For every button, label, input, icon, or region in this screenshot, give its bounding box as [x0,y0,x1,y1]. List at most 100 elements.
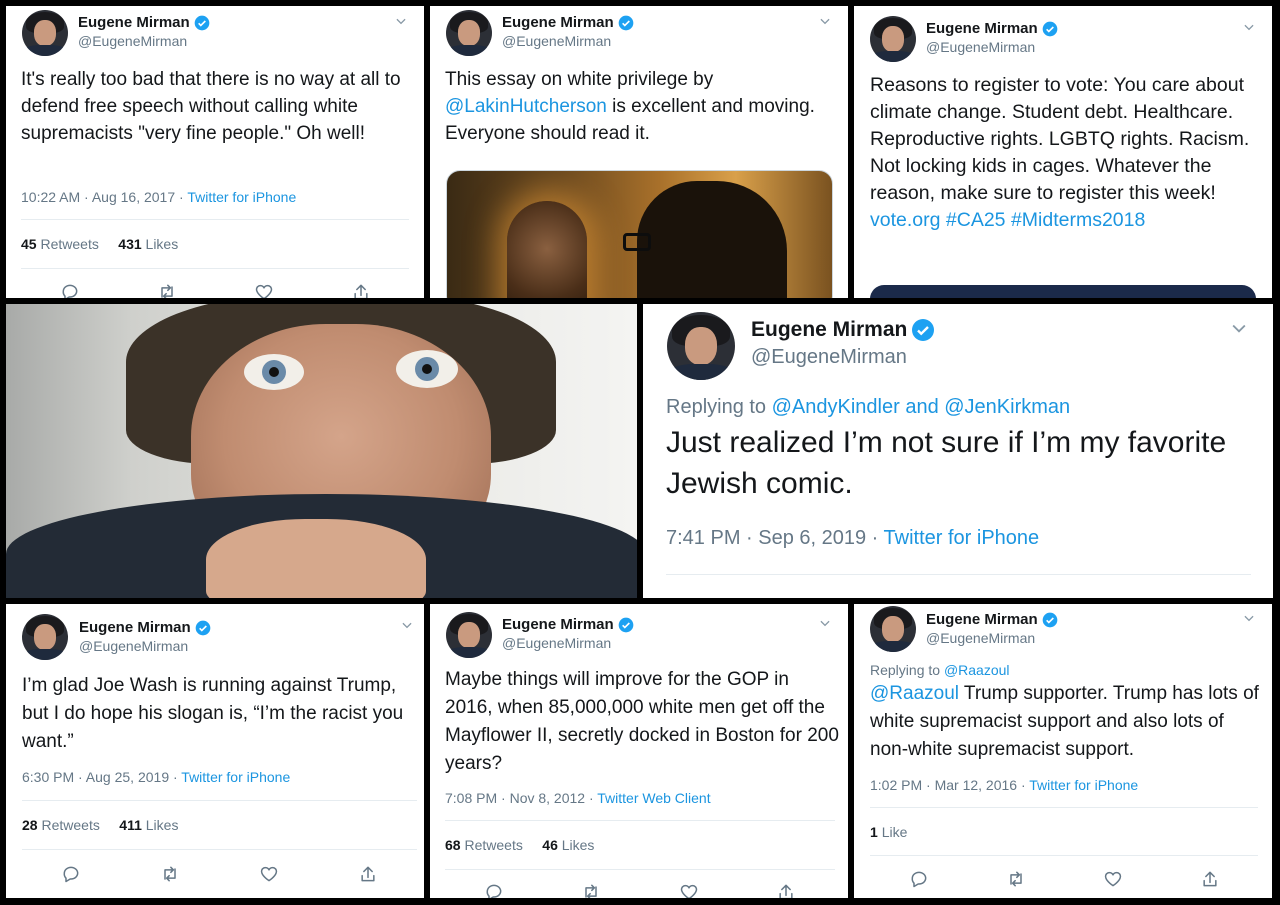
author-name[interactable]: Eugene Mirman [502,616,634,633]
like-label: Likes [145,817,179,833]
tweet-source[interactable]: Twitter for iPhone [187,189,296,205]
tweet-time: 1:02 PM · Mar 12, 2016 · [870,777,1030,793]
retweet-button[interactable] [158,862,182,886]
author-handle[interactable]: @EugeneMirman [751,346,907,369]
tweet-source[interactable]: Twitter for iPhone [884,527,1040,549]
vote-org-link[interactable]: vote.org [870,209,940,231]
author-name[interactable]: Eugene Mirman [78,14,210,31]
chevron-down-icon[interactable] [394,14,408,28]
tweet-card-3: Eugene Mirman @EugeneMirman Reasons to r… [854,6,1272,298]
tweet-source[interactable]: Twitter for iPhone [181,769,290,785]
chevron-down-icon[interactable] [400,618,414,632]
replying-to-users[interactable]: @AndyKindler and @JenKirkman [772,396,1071,418]
link-card-preview[interactable] [870,285,1256,298]
replying-to-users[interactable]: @Raazoul [944,662,1010,678]
author-name-text: Eugene Mirman [926,611,1038,628]
share-button[interactable] [774,880,798,898]
chevron-down-icon[interactable] [818,616,832,630]
mention-link[interactable]: @Raazoul [870,683,959,704]
like-count[interactable]: 411 [119,817,142,833]
profile-photo-panel [6,304,637,598]
share-button[interactable] [356,862,380,886]
avatar[interactable] [446,612,492,658]
tweet-actions [22,862,417,886]
reply-button[interactable] [58,280,82,298]
retweet-count[interactable]: 45 [21,236,37,252]
avatar[interactable] [22,614,68,660]
chevron-down-icon[interactable] [1229,318,1249,338]
avatar[interactable] [667,312,735,380]
chevron-down-icon[interactable] [818,14,832,28]
tweet-text: Reasons to register to vote: You care ab… [870,72,1262,234]
verified-badge-icon [1042,612,1058,628]
reply-button[interactable] [59,862,83,886]
author-handle[interactable]: @EugeneMirman [926,39,1035,55]
chevron-down-icon[interactable] [1242,611,1256,625]
author-name[interactable]: Eugene Mirman [926,611,1058,628]
chevron-down-icon[interactable] [1242,20,1256,34]
avatar[interactable] [870,16,916,62]
author-name-text: Eugene Mirman [502,616,614,633]
retweet-button[interactable] [155,280,179,298]
tweet-source[interactable]: Twitter Web Client [597,790,710,806]
verified-badge-icon [1042,21,1058,37]
tweet-timestamp: 6:30 PM · Aug 25, 2019 · Twitter for iPh… [22,769,290,785]
retweet-label: Retweets [41,817,100,833]
tweet-card-5: Eugene Mirman @EugeneMirman I’m glad Joe… [6,604,424,898]
like-count[interactable]: 1 [870,824,878,840]
reply-button[interactable] [482,880,506,898]
replying-to-label: Replying to [666,396,772,418]
author-handle[interactable]: @EugeneMirman [78,33,187,49]
retweet-button[interactable] [579,880,603,898]
hashtag-ca25[interactable]: #CA25 [946,209,1006,231]
share-button[interactable] [349,280,373,298]
tweet-text: This essay on white privilege by @LakinH… [445,66,840,147]
retweet-button[interactable] [1004,867,1028,891]
author-name[interactable]: Eugene Mirman [926,20,1058,37]
replying-to: Replying to @Raazoul [870,662,1010,678]
verified-badge-icon [912,319,935,342]
tweet-card-6: Eugene Mirman @EugeneMirman Maybe things… [430,604,848,898]
photo-figure-left [507,201,587,298]
divider [870,855,1258,856]
like-button[interactable] [1101,867,1125,891]
retweet-count[interactable]: 28 [22,817,38,833]
reply-button[interactable] [907,867,931,891]
tweet-time: 7:41 PM · Sep 6, 2019 · [666,527,884,549]
author-handle[interactable]: @EugeneMirman [502,33,611,49]
link-card-image[interactable] [446,170,833,298]
tweet-timestamp: 1:02 PM · Mar 12, 2016 · Twitter for iPh… [870,777,1138,793]
avatar[interactable] [446,10,492,56]
reply-icon [63,866,79,883]
divider [22,800,417,801]
tweet-timestamp: 7:08 PM · Nov 8, 2012 · Twitter Web Clie… [445,790,711,806]
avatar[interactable] [870,606,916,652]
photo-glasses [623,233,651,251]
author-name[interactable]: Eugene Mirman [751,318,935,342]
share-button[interactable] [1198,867,1222,891]
author-handle[interactable]: @EugeneMirman [79,638,188,654]
like-button[interactable] [677,880,701,898]
share-icon [361,866,375,882]
retweet-count[interactable]: 68 [445,837,461,853]
hashtag-midterms2018[interactable]: #Midterms2018 [1011,209,1145,231]
author-handle[interactable]: @EugeneMirman [502,635,611,651]
tweet-actions [21,280,409,298]
verified-badge-icon [194,15,210,31]
replying-to-label: Replying to [870,662,944,678]
avatar[interactable] [22,10,68,56]
like-count[interactable]: 46 [542,837,558,853]
like-button[interactable] [252,280,276,298]
retweet-icon [1009,871,1022,887]
mention-link[interactable]: @LakinHutcherson [445,96,607,117]
like-count[interactable]: 431 [118,236,141,252]
tweet-source[interactable]: Twitter for iPhone [1029,777,1138,793]
tweet-stats: 68 Retweets 46 Likes [445,837,594,853]
like-button[interactable] [257,862,281,886]
tweet-text: @Raazoul Trump supporter. Trump has lots… [870,680,1265,764]
photo-hand [206,519,426,598]
author-name[interactable]: Eugene Mirman [79,619,211,636]
tweet-text: Maybe things will improve for the GOP in… [445,669,839,774]
author-handle[interactable]: @EugeneMirman [926,630,1035,646]
author-name[interactable]: Eugene Mirman [502,14,634,31]
